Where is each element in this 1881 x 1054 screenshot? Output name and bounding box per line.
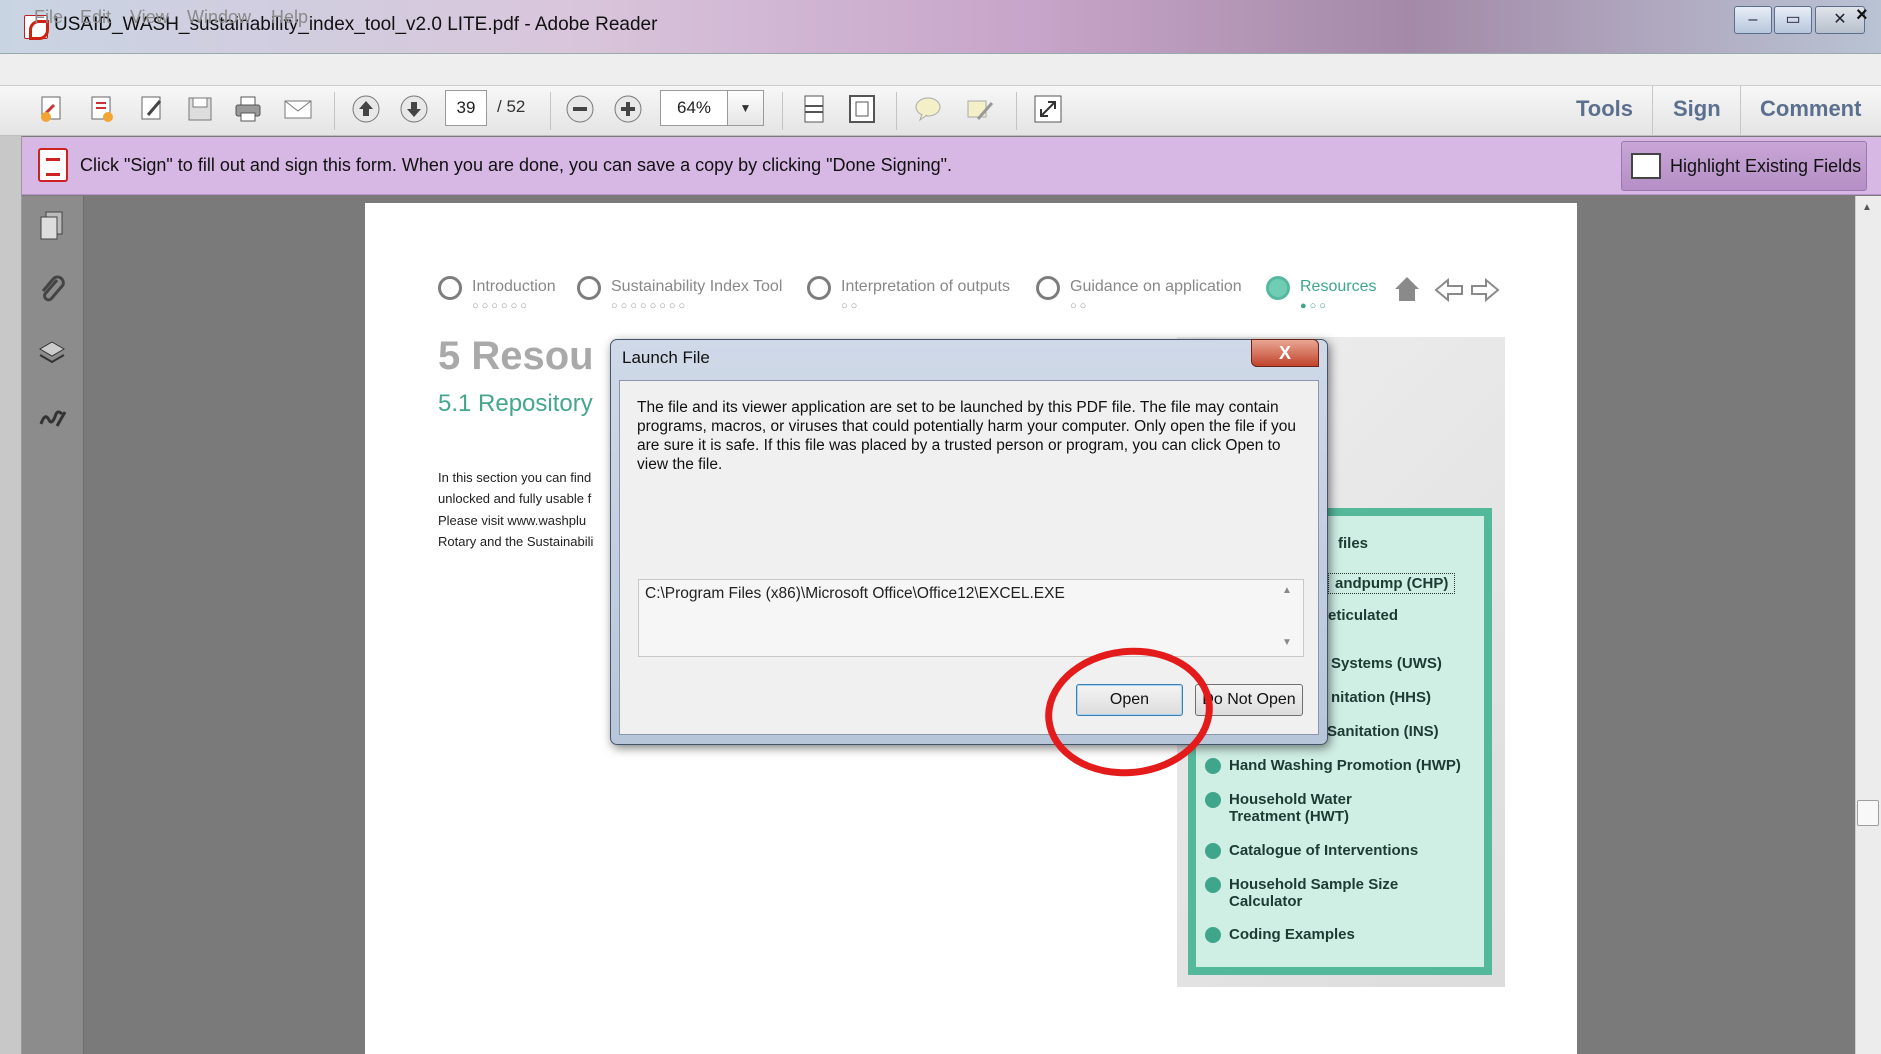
dialog-message: The file and its viewer application are … [637,399,1297,473]
launch-path-text: C:\Program Files (x86)\Microsoft Office\… [645,585,1065,602]
print-icon[interactable] [230,90,266,128]
back-arrow-icon[interactable] [1434,277,1464,307]
subsection-heading: 5.1 Repository [438,390,593,417]
toolbar-separator [1016,92,1017,130]
step-interpretation-of-outputs[interactable]: Interpretation of outputs [841,278,1010,296]
step-guidance-on-application[interactable]: Guidance on application [1070,278,1242,296]
path-scroll-down-button[interactable]: ▼ [1282,637,1292,648]
bullet-arrow-icon [1205,792,1221,808]
bullet-arrow-icon [1205,758,1221,774]
resource-link-hhs[interactable]: nitation (HHS) [1331,689,1431,706]
path-scroll-up-button[interactable]: ▲ [1282,585,1292,596]
menu-view[interactable]: View [130,7,169,28]
resource-link-uws[interactable]: Systems (UWS) [1331,655,1442,672]
dialog-close-button[interactable]: X [1251,339,1319,367]
comment-pane-button[interactable]: Comment [1760,96,1861,122]
pages-icon[interactable] [34,208,70,244]
highlight-fields-icon [1631,153,1661,179]
body-text-line: unlocked and fully usable f [438,491,592,506]
section-heading: 5 Resou [438,334,594,378]
resource-panel-title: files [1338,535,1369,552]
resource-link-catalogue[interactable]: Catalogue of Interventions [1229,842,1418,859]
step-resources-icon [1266,276,1290,300]
resource-link-ins[interactable]: Sanitation (INS) [1327,723,1439,740]
step-interpretation-icon [807,276,831,300]
step-sustainability-icon [577,276,601,300]
scroll-up-arrow[interactable]: ▲ [1862,202,1872,213]
edit-icon[interactable] [134,90,170,128]
page-number-input[interactable]: 39 [445,90,487,126]
resource-link-sample-size-line2[interactable]: Calculator [1229,893,1302,910]
resource-link-reticulated[interactable]: eticulated [1328,607,1398,624]
next-page-icon[interactable] [396,90,432,128]
body-text-line: In this section you can find [438,470,592,485]
prev-page-icon[interactable] [348,90,384,128]
form-icon [38,148,68,182]
page-total: / 52 [497,97,526,116]
toolbar-separator [1652,86,1653,136]
step-introduction-dots: ○○○○○○ [472,300,530,312]
resource-link-hwp[interactable]: Hand Washing Promotion (HWP) [1229,757,1461,774]
resource-link-chp[interactable]: andpump (CHP) [1328,573,1456,594]
resource-link-hwt[interactable]: Household Water [1229,791,1352,808]
zoom-level-input[interactable]: 64% [660,90,728,126]
zoom-out-icon[interactable] [562,90,598,128]
form-message-text: Click "Sign" to fill out and sign this f… [80,155,953,175]
fullscreen-icon[interactable] [1030,90,1066,128]
scrollbar-thumb[interactable] [1857,800,1879,826]
window-left-edge [0,54,22,1054]
zoom-in-icon[interactable] [610,90,646,128]
toolbar-separator [550,92,551,130]
maximize-button[interactable]: ▭ [1774,6,1812,34]
step-guidance-icon [1036,276,1060,300]
forward-arrow-icon[interactable] [1470,277,1500,307]
bullet-arrow-icon [1205,927,1221,943]
resource-link-coding[interactable]: Coding Examples [1229,926,1355,943]
comment-icon[interactable] [910,90,946,128]
navigation-pane [22,196,84,1054]
email-icon[interactable] [280,90,316,128]
menu-file[interactable]: File [34,7,63,28]
step-sustainability-dots: ○○○○○○○○ [611,300,689,312]
resource-link-hwt-line2[interactable]: Treatment (HWT) [1229,808,1349,825]
zoom-dropdown-button[interactable]: ▼ [728,90,764,126]
step-introduction-icon [438,276,462,300]
toolbar-separator [782,92,783,130]
menu-bar [0,54,1881,86]
signature-icon[interactable] [34,400,70,436]
toolbar-separator [896,92,897,130]
bullet-arrow-icon [1205,877,1221,893]
tools-pane-button[interactable]: Tools [1576,96,1633,122]
vertical-scrollbar[interactable] [1855,196,1881,1054]
home-icon[interactable] [1392,274,1422,309]
highlight-icon[interactable] [962,90,998,128]
save-icon[interactable] [182,90,218,128]
resource-link-sample-size[interactable]: Household Sample Size [1229,876,1398,893]
step-introduction[interactable]: Introduction [472,278,556,296]
minimize-button[interactable]: – [1734,6,1772,34]
step-sustainability-index-tool[interactable]: Sustainability Index Tool [611,278,782,296]
scroll-mode-icon[interactable] [796,90,832,128]
step-resources[interactable]: Resources [1300,278,1376,296]
menu-help[interactable]: Help [271,7,308,28]
attachment-icon[interactable] [34,272,70,308]
body-text-line: Please visit www.washplu [438,513,587,528]
fit-page-icon[interactable] [844,90,880,128]
toolbar-separator [334,92,335,130]
layers-icon[interactable] [34,336,70,372]
step-interpretation-dots: ○○ [841,300,861,312]
step-resources-dots: ●○○ [1300,300,1329,312]
create-pdf-icon[interactable] [34,90,70,128]
step-guidance-dots: ○○ [1070,300,1090,312]
menu-edit[interactable]: Edit [80,7,111,28]
toolbar-separator [1740,86,1741,136]
bullet-arrow-icon [1205,843,1221,859]
menu-window[interactable]: Window [187,7,251,28]
dialog-title: Launch File [622,348,710,367]
sign-pane-button[interactable]: Sign [1673,96,1721,122]
close-document-button[interactable]: × [1856,4,1868,27]
body-text-line: Rotary and the Sustainabili [438,534,594,549]
export-icon[interactable] [84,90,120,128]
